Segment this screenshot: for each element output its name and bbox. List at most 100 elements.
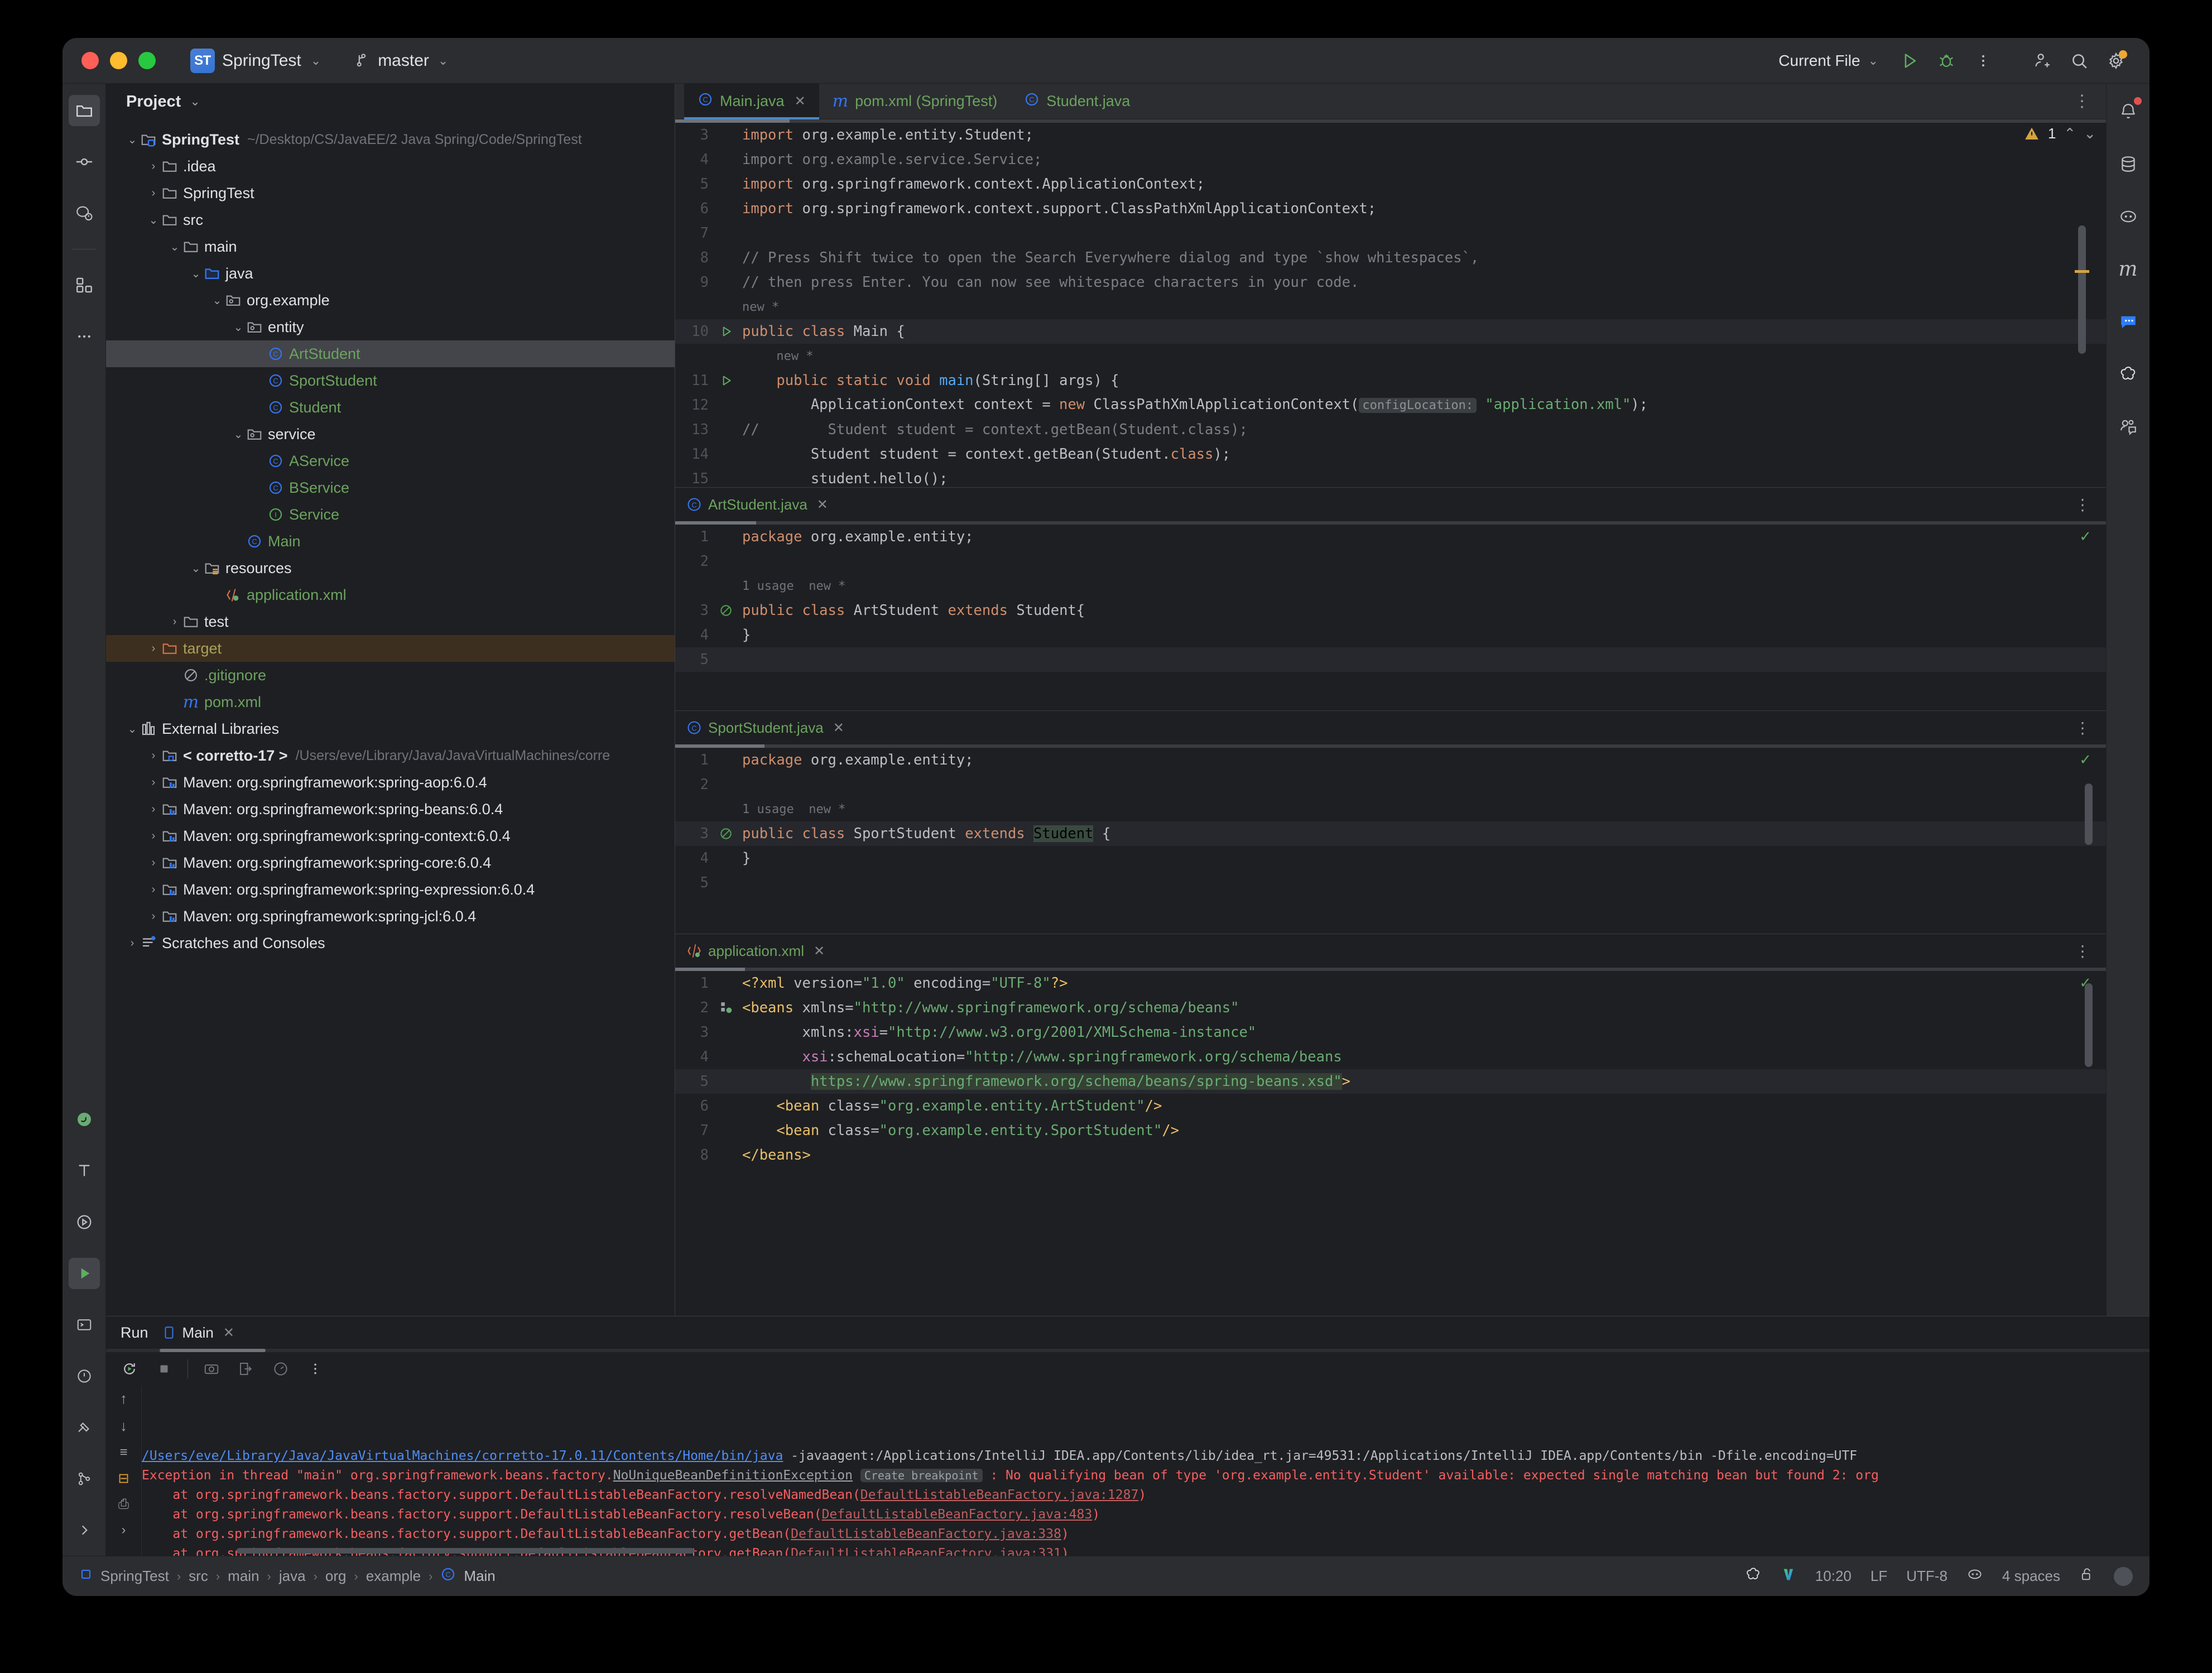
more-options-icon[interactable] bbox=[1972, 50, 1994, 72]
maximize-window-button[interactable] bbox=[138, 52, 156, 69]
tree-item-springtest[interactable]: › SpringTest bbox=[106, 180, 675, 206]
code-line[interactable]: 4} bbox=[675, 623, 2106, 647]
tree-item-gitignore[interactable]: .gitignore bbox=[106, 662, 675, 689]
tree-item-org-example[interactable]: ⌄ org.example bbox=[106, 287, 675, 314]
run-tool-button[interactable] bbox=[68, 1258, 100, 1289]
main-java-code[interactable]: 3 import org.example.entity.Student; 4 impo… bbox=[675, 123, 2106, 540]
add-collaborator-icon[interactable] bbox=[2031, 50, 2054, 72]
code-line[interactable]: new * bbox=[675, 344, 2106, 368]
inspection-ok-icon[interactable]: ✓ bbox=[2079, 528, 2091, 545]
tree-item-scratches-and-consoles[interactable]: › Scratches and Consoles bbox=[106, 930, 675, 956]
code-line[interactable]: 2 bbox=[675, 772, 2106, 797]
branch-selector[interactable]: master ⌄ bbox=[349, 49, 454, 73]
code-line[interactable]: 5 import org.springframework.context.Appl… bbox=[675, 172, 2106, 196]
code-line[interactable]: 6 import org.springframework.context.supp… bbox=[675, 196, 2106, 221]
chevron-down-icon[interactable]: ⌄ bbox=[167, 240, 182, 254]
artstudent-code[interactable]: 1 package org.example.entity; 2 1 usage ne… bbox=[675, 525, 2106, 672]
profiler-icon[interactable] bbox=[270, 1358, 292, 1380]
code-line[interactable]: 1 usage new * bbox=[675, 797, 2106, 821]
tree-item-service[interactable]: ⌄ service bbox=[106, 421, 675, 448]
code-line[interactable]: new * bbox=[675, 295, 2106, 319]
minimize-window-button[interactable] bbox=[110, 52, 127, 69]
code-line[interactable]: 5 bbox=[675, 647, 2106, 672]
code-line[interactable]: 11 public static void main(String[] args… bbox=[675, 368, 2106, 393]
override-gutter-icon[interactable] bbox=[713, 826, 739, 841]
services-tool-button[interactable] bbox=[69, 1206, 100, 1238]
collab-icon[interactable] bbox=[2113, 411, 2144, 442]
override-gutter-icon[interactable] bbox=[713, 603, 739, 618]
console-line[interactable]: at org.springframework.beans.factory.sup… bbox=[142, 1525, 2150, 1544]
chevron-right-icon[interactable]: › bbox=[146, 830, 161, 843]
code-line[interactable]: 12 ApplicationContext context = new Clas… bbox=[675, 393, 2106, 417]
breadcrumb-item[interactable]: main bbox=[228, 1568, 259, 1585]
structure-tool-button[interactable] bbox=[69, 270, 100, 301]
code-line[interactable]: 2 <beans xmlns="http://www.springframewor… bbox=[675, 996, 2106, 1020]
screenshot-icon[interactable] bbox=[200, 1358, 223, 1380]
chevron-right-icon[interactable]: › bbox=[125, 937, 140, 950]
code-line[interactable]: 1 <?xml version="1.0" encoding="UTF-8"?> bbox=[675, 971, 2106, 996]
chevron-down-icon[interactable]: ⌄ bbox=[190, 94, 200, 109]
tree-item-aservice[interactable]: C AService bbox=[106, 448, 675, 474]
indent-setting[interactable]: 4 spaces bbox=[2002, 1568, 2060, 1585]
rerun-icon[interactable] bbox=[118, 1358, 141, 1380]
chevron-right-icon[interactable]: › bbox=[146, 749, 161, 762]
editor-tabs-more-icon[interactable]: ⋮ bbox=[2074, 92, 2091, 111]
run-gutter-icon[interactable] bbox=[713, 324, 739, 339]
console-line[interactable]: at org.springframework.beans.factory.sup… bbox=[142, 1505, 2150, 1525]
code-line[interactable]: 7 <bean class="org.example.entity.SportS… bbox=[675, 1118, 2106, 1143]
close-icon[interactable]: ✕ bbox=[223, 1325, 234, 1341]
code-line[interactable]: 8 // Press Shift twice to open the Search… bbox=[675, 246, 2106, 270]
tree-item-resources[interactable]: ⌄ resources bbox=[106, 555, 675, 581]
code-line[interactable]: 5 https://www.springframework.org/schema… bbox=[675, 1069, 2106, 1094]
soft-wrap-icon[interactable]: ≡ bbox=[119, 1445, 127, 1460]
code-line[interactable]: 8 </beans> bbox=[675, 1143, 2106, 1167]
chevron-right-icon[interactable]: › bbox=[146, 857, 161, 869]
breadcrumb-item[interactable]: src bbox=[189, 1568, 208, 1585]
filter-icon[interactable]: ⊟ bbox=[118, 1470, 129, 1487]
encoding[interactable]: UTF-8 bbox=[1906, 1568, 1947, 1585]
chevron-right-icon[interactable]: › bbox=[146, 776, 161, 789]
scroll-up-icon[interactable]: ↑ bbox=[120, 1390, 127, 1407]
code-line[interactable]: 5 bbox=[675, 871, 2106, 895]
project-selector[interactable]: ST SpringTest ⌄ bbox=[185, 46, 326, 76]
copilot-icon[interactable] bbox=[2113, 201, 2144, 232]
close-window-button[interactable] bbox=[81, 52, 99, 69]
tree-item-idea[interactable]: › .idea bbox=[106, 153, 675, 180]
build-tool-button[interactable] bbox=[69, 1412, 100, 1443]
expand-rail-icon[interactable] bbox=[69, 1515, 100, 1546]
terminal-tool-button[interactable] bbox=[69, 1155, 100, 1186]
sportstudent-code[interactable]: 1 package org.example.entity; 2 1 usage ne… bbox=[675, 748, 2106, 895]
project-tool-button[interactable] bbox=[68, 95, 100, 126]
console-line[interactable]: at org.springframework.beans.factory.sup… bbox=[142, 1485, 2150, 1505]
code-line[interactable]: 4 xsi:schemaLocation="http://www.springf… bbox=[675, 1045, 2106, 1069]
lock-icon[interactable] bbox=[2079, 1566, 2095, 1586]
main-editor-scrollbar[interactable] bbox=[2078, 225, 2086, 354]
more-icon[interactable] bbox=[304, 1358, 326, 1380]
tree-item-maven-org-springframework-spring-aop-6-0-4[interactable]: › Maven: org.springframework:spring-aop:6… bbox=[106, 769, 675, 796]
tree-item-service[interactable]: I Service bbox=[106, 501, 675, 528]
console-line[interactable]: Exception in thread "main" org.springfra… bbox=[142, 1466, 2150, 1485]
chevron-down-icon[interactable]: ⌄ bbox=[231, 427, 246, 441]
editor-tab-student-java[interactable]: C Student.java bbox=[1011, 84, 1143, 119]
tab-applicationxml[interactable]: application.xml ✕ bbox=[686, 943, 825, 960]
tree-item-student[interactable]: C Student bbox=[106, 394, 675, 421]
chevron-down-icon[interactable]: ⌄ bbox=[210, 294, 224, 307]
code-line[interactable]: 3 import org.example.entity.Student; bbox=[675, 123, 2106, 147]
tree-item-application-xml[interactable]: application.xml bbox=[106, 581, 675, 608]
chevron-down-icon[interactable]: ⌄ bbox=[125, 722, 140, 736]
applicationxml-code[interactable]: 1 <?xml version="1.0" encoding="UTF-8"?> 2… bbox=[675, 971, 2106, 1167]
chevron-right-icon[interactable]: › bbox=[146, 883, 161, 896]
code-line[interactable]: 6 <bean class="org.example.entity.ArtStu… bbox=[675, 1094, 2106, 1118]
tree-item-sportstudent[interactable]: C SportStudent bbox=[106, 367, 675, 394]
code-line[interactable]: 13 // Student student = context.getBean(S… bbox=[675, 417, 2106, 442]
code-line[interactable]: 3 xmlns:xsi="http://www.w3.org/2001/XMLS… bbox=[675, 1020, 2106, 1045]
code-line[interactable]: 1 package org.example.entity; bbox=[675, 748, 2106, 772]
close-icon[interactable]: ✕ bbox=[833, 720, 844, 736]
stop-icon[interactable] bbox=[153, 1358, 175, 1380]
code-line[interactable]: 3 public class SportStudent extends Stude… bbox=[675, 821, 2106, 846]
more-tools-icon[interactable] bbox=[69, 321, 100, 352]
copilot-icon[interactable] bbox=[1966, 1566, 1983, 1587]
tree-item-maven-org-springframework-spring-core-6-0-4[interactable]: › Maven: org.springframework:spring-core:… bbox=[106, 849, 675, 876]
tree-item-springtest[interactable]: ⌄ SpringTest ~/Desktop/CS/JavaEE/2 Java Sp… bbox=[106, 126, 675, 153]
close-icon[interactable]: ✕ bbox=[814, 943, 825, 959]
